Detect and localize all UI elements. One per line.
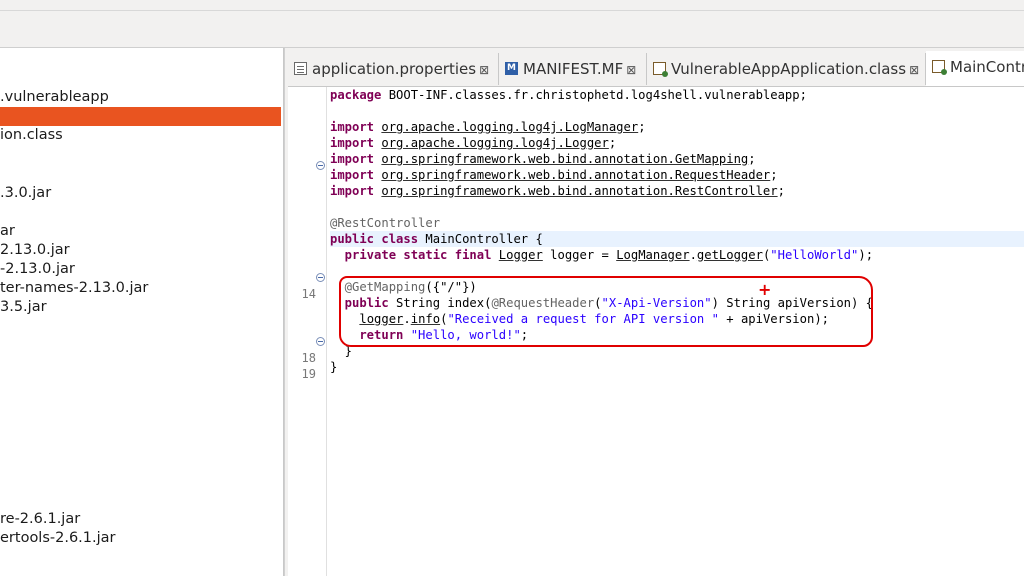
editor-tabs: application.properties ⊠ M MANIFEST.MF ⊠ Vu… xyxy=(288,48,1024,87)
package-explorer: .vulnerableapp ion.class .3.0.jar ar 2.13.0.… xyxy=(0,48,284,576)
tab-vulnerableappapplication-class[interactable]: VulnerableAppApplication.class ⊠ xyxy=(647,53,926,85)
line-number: 14 xyxy=(301,287,316,301)
tab-maincontroller-class[interactable]: MainContr xyxy=(926,51,1024,86)
class-file-icon xyxy=(653,62,668,77)
explorer-tree-item[interactable] xyxy=(0,107,281,126)
code-line: private static final Logger logger = Log… xyxy=(330,248,874,262)
fold-toggle-icon[interactable] xyxy=(316,337,325,346)
properties-file-icon xyxy=(294,62,307,75)
line-number-gutter: 14 18 19 xyxy=(288,87,327,576)
class-file-icon xyxy=(932,60,947,75)
explorer-tree-item[interactable]: re-2.6.1.jar xyxy=(0,510,281,529)
close-icon[interactable]: ⊠ xyxy=(626,54,636,86)
code-line: package BOOT-INF.classes.fr.christophetd… xyxy=(330,88,807,102)
tab-manifest-mf[interactable]: M MANIFEST.MF ⊠ xyxy=(499,53,647,85)
ide-toolbar xyxy=(0,0,1024,48)
code-line-current: public class MainController { xyxy=(330,231,1024,247)
explorer-tree-item[interactable]: ertools-2.6.1.jar xyxy=(0,529,281,548)
explorer-tree-item[interactable]: .3.0.jar xyxy=(0,184,281,203)
line-number: 18 xyxy=(301,351,316,365)
explorer-tree-item[interactable]: ar xyxy=(0,222,281,241)
crosshair-cursor-icon: + xyxy=(758,280,772,299)
explorer-tree-item[interactable]: 3.5.jar xyxy=(0,298,281,317)
highlight-annotation xyxy=(339,276,873,347)
explorer-tree-item[interactable]: ter-names-2.13.0.jar xyxy=(0,279,281,298)
line-number: 19 xyxy=(301,367,316,381)
fold-toggle-icon[interactable] xyxy=(316,161,325,170)
explorer-tree-item[interactable]: .vulnerableapp xyxy=(0,88,281,107)
code-line: import org.springframework.web.bind.anno… xyxy=(330,168,778,182)
explorer-tree-item[interactable]: -2.13.0.jar xyxy=(0,260,281,279)
explorer-tree-item[interactable]: ion.class xyxy=(0,126,281,145)
fold-toggle-icon[interactable] xyxy=(316,273,325,282)
close-icon[interactable]: ⊠ xyxy=(479,54,489,86)
code-line: import org.springframework.web.bind.anno… xyxy=(330,184,785,198)
code-line: } xyxy=(330,360,338,374)
tab-application-properties[interactable]: application.properties ⊠ xyxy=(288,53,499,85)
code-line: import org.springframework.web.bind.anno… xyxy=(330,152,756,166)
close-icon[interactable]: ⊠ xyxy=(909,54,919,86)
explorer-tree-item[interactable]: 2.13.0.jar xyxy=(0,241,281,260)
manifest-file-icon: M xyxy=(505,62,518,75)
code-line: @RestController xyxy=(330,216,441,230)
code-line: import org.apache.logging.log4j.LogManag… xyxy=(330,120,646,134)
code-line: import org.apache.logging.log4j.Logger; xyxy=(330,136,617,150)
